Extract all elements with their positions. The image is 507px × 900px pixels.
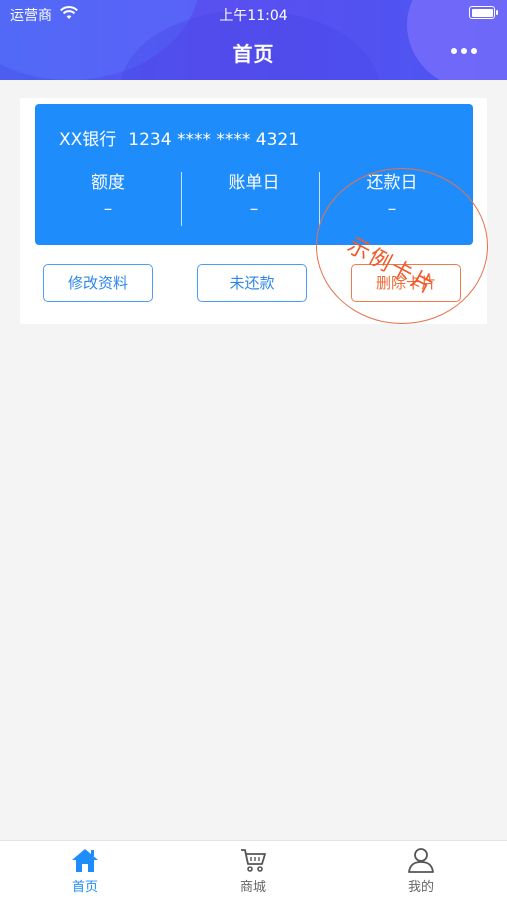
unpaid-button[interactable]: 未还款	[197, 264, 307, 302]
tab-mall[interactable]: 商城	[213, 847, 293, 895]
stat-label: 还款日	[366, 173, 418, 193]
home-icon	[72, 849, 98, 872]
header: 运营商 上午11:04 首页	[0, 0, 507, 80]
more-icon[interactable]	[451, 48, 477, 54]
stat-credit-limit: 额度 –	[35, 168, 181, 219]
card-number: 1234 **** **** 4321	[128, 130, 300, 150]
status-bar: 运营商 上午11:04	[0, 0, 507, 28]
user-icon	[408, 848, 434, 873]
bank-card[interactable]: XX银行 1234 **** **** 4321 额度 – 账单日 – 还款日 –	[35, 104, 473, 245]
stat-repayment-day: 还款日 –	[319, 168, 465, 219]
stat-value: –	[249, 199, 259, 219]
stat-bill-day: 账单日 –	[181, 168, 327, 219]
tab-home[interactable]: 首页	[45, 847, 125, 895]
status-time: 上午11:04	[219, 8, 288, 24]
page-title: 首页	[232, 42, 275, 66]
tab-mine[interactable]: 我的	[381, 847, 461, 895]
cart-icon	[241, 849, 266, 872]
bank-name: XX银行	[59, 130, 117, 150]
stat-label: 账单日	[228, 173, 280, 193]
stat-value: –	[387, 199, 397, 219]
tab-label: 商城	[239, 880, 266, 895]
app-screen: 运营商 上午11:04 首页 XX银行 1234 **** **** 4321 额…	[0, 0, 507, 900]
tab-bar: 首页 商城 我的	[0, 840, 507, 900]
card-title: XX银行 1234 **** **** 4321	[59, 125, 299, 150]
battery-icon	[469, 6, 498, 19]
tab-label: 首页	[71, 880, 98, 895]
tab-label: 我的	[407, 880, 434, 895]
stat-value: –	[103, 199, 113, 219]
edit-info-button[interactable]: 修改资料	[43, 264, 153, 302]
stat-label: 额度	[91, 173, 125, 193]
card-panel: XX银行 1234 **** **** 4321 额度 – 账单日 – 还款日 –…	[20, 98, 488, 324]
